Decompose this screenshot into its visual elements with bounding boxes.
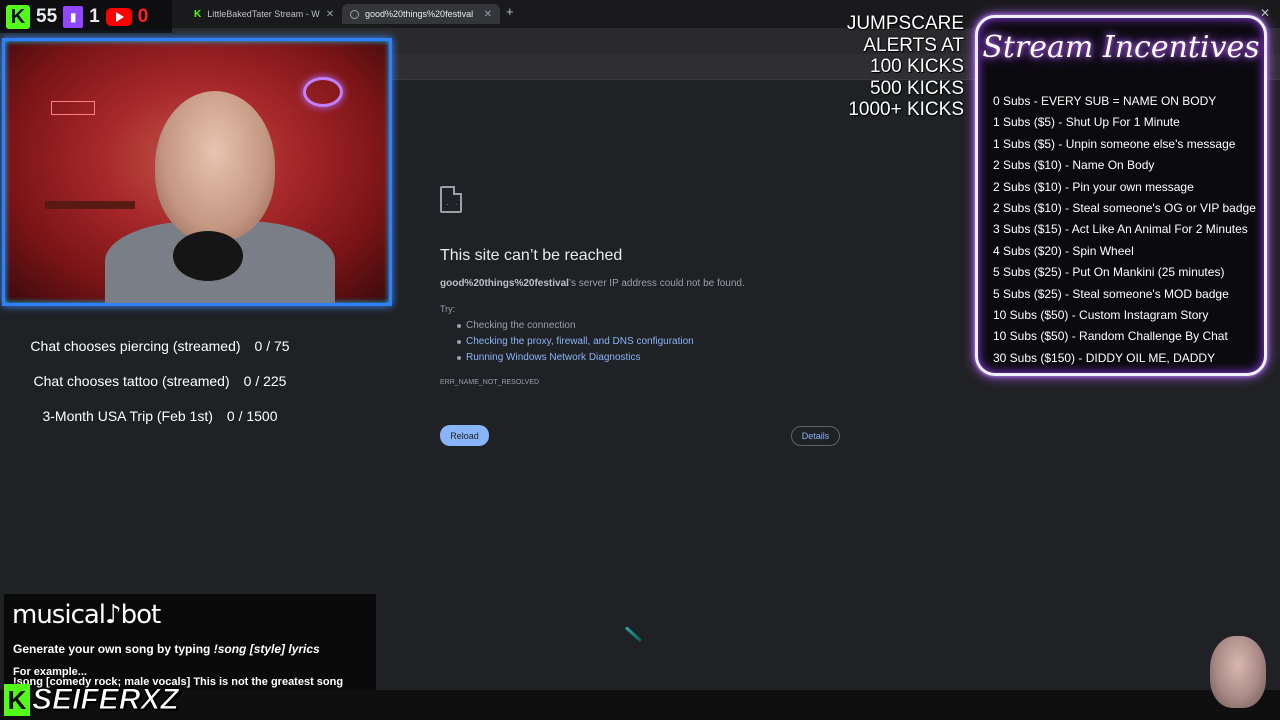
neon-planet-decoration: [303, 77, 343, 107]
tab-label: good%20things%20festival: [365, 9, 474, 19]
musicalbot-widget: musical♪bot Generate your own song by ty…: [4, 594, 376, 690]
incentive-item: 10 Subs ($50) - Random Challenge By Chat: [993, 329, 1228, 344]
goal-label: Chat chooses piercing (streamed): [30, 337, 241, 354]
suggestion-check-proxy-link[interactable]: Checking the proxy, firewall, and DNS co…: [457, 336, 694, 352]
avatar: [1210, 636, 1266, 708]
kick-logo-icon: K: [4, 684, 30, 716]
incentive-item: 3 Subs ($15) - Act Like An Animal For 2 …: [993, 222, 1248, 237]
jumpscare-line: 500 KICKS: [870, 77, 964, 99]
jumpscare-line: 1000+ KICKS: [848, 99, 964, 121]
incentive-item: 2 Subs ($10) - Pin your own message: [993, 179, 1194, 194]
try-label: Try:: [440, 304, 456, 314]
shelf-decoration: [45, 201, 135, 209]
jumpscare-alert-text: JUMPSCARE ALERTS AT 100 KICKS 500 KICKS …: [838, 13, 964, 121]
follower-counters: K 55 ▮ 1 0: [0, 0, 172, 33]
kick-favicon-icon: K: [194, 8, 202, 20]
incentive-item: 1 Subs ($5) - Unpin someone else's messa…: [993, 136, 1236, 151]
incentive-item: 2 Subs ($10) - Name On Body: [993, 158, 1155, 173]
youtube-count: 0: [137, 5, 149, 27]
new-tab-button[interactable]: +: [506, 4, 514, 19]
incentive-item: 30 Subs ($150) - DIDDY OIL ME, DADDY: [993, 350, 1216, 365]
goal-item: Chat chooses tattoo (streamed) 0 / 225: [0, 363, 320, 398]
goal-item: 3-Month USA Trip (Feb 1st) 0 / 1500: [0, 398, 320, 433]
error-message: good%20things%20festival’s server IP add…: [440, 278, 745, 289]
details-button[interactable]: Details: [791, 426, 840, 446]
tab-label: LittleBakedTater Stream - W: [207, 9, 320, 19]
goal-progress: 0 / 75: [254, 337, 290, 354]
incentive-item: 10 Subs ($50) - Custom Instagram Story: [993, 307, 1209, 322]
error-title: This site can’t be reached: [440, 247, 623, 264]
youtube-logo-icon: [105, 7, 132, 26]
musicalbot-command: !song [style] lyrics: [213, 642, 320, 656]
incentive-item: 4 Subs ($20) - Spin Wheel: [993, 243, 1134, 258]
kick-count: 55: [36, 5, 58, 27]
tab-close-icon[interactable]: ✕: [326, 9, 334, 20]
suggestion-list: Checking the connection Checking the pro…: [457, 320, 694, 368]
musicalbot-instructions-text: Generate your own song by typing: [13, 642, 214, 656]
webcam-feed: [2, 38, 392, 306]
incentives-title: Stream Incentives: [982, 30, 1260, 65]
incentive-item: 5 Subs ($25) - Put On Mankini (25 minute…: [993, 265, 1225, 280]
bottom-strip: [0, 690, 1280, 720]
goals-list: Chat chooses piercing (streamed) 0 / 75 …: [0, 328, 320, 433]
error-code: ERR_NAME_NOT_RESOLVED: [440, 379, 540, 386]
mouse-cursor-icon: [624, 626, 642, 642]
kick-logo-icon: K: [6, 4, 30, 29]
musicalbot-logo: musical♪bot: [12, 600, 161, 630]
stream-incentives-panel: Stream Incentives 0 Subs - EVERY SUB = N…: [975, 15, 1267, 376]
streamer-name: SEIFERXZ: [32, 683, 180, 717]
jumpscare-line: 100 KICKS: [870, 56, 964, 78]
tab-close-icon[interactable]: ✕: [484, 9, 492, 20]
incentive-item: 1 Subs ($5) - Shut Up For 1 Minute: [993, 115, 1180, 130]
incentives-list: 0 Subs - EVERY SUB = NAME ON BODY 1 Subs…: [993, 94, 1256, 372]
jumpscare-line: JUMPSCARE: [846, 13, 964, 34]
twitch-count: 1: [89, 5, 100, 27]
suggestion-network-diagnostics-link[interactable]: Running Windows Network Diagnostics: [457, 352, 694, 368]
tab-good-things-festival[interactable]: good%20things%20festival ✕: [342, 4, 500, 24]
goal-label: 3-Month USA Trip (Feb 1st): [42, 407, 213, 424]
incentive-item: 2 Subs ($10) - Steal someone's OG or VIP…: [993, 200, 1256, 215]
jumpscare-line: ALERTS AT: [863, 34, 964, 56]
incentive-item: 0 Subs - EVERY SUB = NAME ON BODY: [993, 94, 1217, 108]
globe-icon: [350, 9, 359, 19]
suggestion-check-connection: Checking the connection: [457, 320, 694, 336]
goal-label: Chat chooses tattoo (streamed): [33, 372, 230, 389]
error-host: good%20things%20festival: [440, 278, 569, 289]
on-air-sign: [51, 101, 95, 115]
goal-progress: 0 / 1500: [226, 407, 278, 424]
goal-progress: 0 / 225: [243, 372, 287, 389]
reload-button[interactable]: Reload: [440, 425, 489, 446]
musicalbot-instructions: Generate your own song by typing !song […: [13, 642, 320, 656]
incentive-item: 5 Subs ($25) - Steal someone's MOD badge: [993, 286, 1229, 301]
tab-littlebakedtater[interactable]: K LittleBakedTater Stream - W ✕: [186, 4, 336, 24]
sad-page-icon: · ·: [440, 186, 462, 213]
window-close-icon[interactable]: ✕: [1260, 6, 1270, 20]
streamer-head: [155, 91, 275, 241]
twitch-logo-icon: ▮: [63, 5, 84, 28]
microphone: [173, 231, 243, 281]
goal-item: Chat chooses piercing (streamed) 0 / 75: [0, 328, 320, 363]
error-message-text: ’s server IP address could not be found.: [568, 278, 745, 289]
streamer-name-banner: K SEIFERXZ: [4, 682, 179, 718]
